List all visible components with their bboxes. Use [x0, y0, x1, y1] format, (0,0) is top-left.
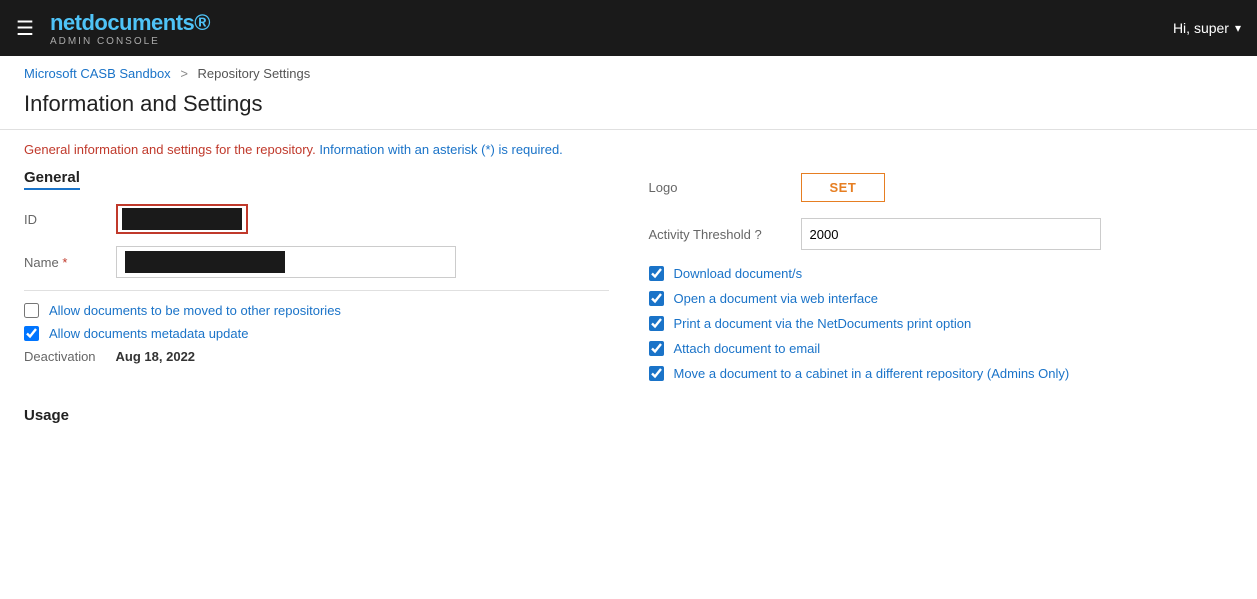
- required-asterisk: *: [62, 255, 67, 270]
- attach-email-checkbox[interactable]: [649, 341, 664, 356]
- deactivation-row: Deactivation Aug 18, 2022: [24, 349, 609, 364]
- left-section: General ID Name * Allow documents to be …: [24, 169, 609, 391]
- usage-section: Usage: [0, 391, 1257, 424]
- right-checkboxes: Download document/s Open a document via …: [649, 266, 1234, 381]
- deactivation-date: Aug 18, 2022: [116, 349, 196, 364]
- attach-email-checkbox-row: Attach document to email: [649, 341, 1234, 356]
- user-greeting: Hi, super: [1173, 20, 1229, 36]
- print-checkbox[interactable]: [649, 316, 664, 331]
- allow-metadata-checkbox[interactable]: [24, 326, 39, 341]
- name-input-field[interactable]: [116, 246, 456, 278]
- open-web-label[interactable]: Open a document via web interface: [674, 291, 879, 306]
- allow-move-checkbox-row: Allow documents to be moved to other rep…: [24, 303, 609, 318]
- open-web-checkbox[interactable]: [649, 291, 664, 306]
- breadcrumb-parent-link[interactable]: Microsoft CASB Sandbox: [24, 66, 171, 81]
- divider-1: [24, 290, 609, 291]
- chevron-down-icon: ▾: [1235, 21, 1241, 35]
- print-label[interactable]: Print a document via the NetDocuments pr…: [674, 316, 972, 331]
- info-text-blue: Information with an asterisk (*) is requ…: [319, 142, 562, 157]
- allow-metadata-label[interactable]: Allow documents metadata update: [49, 326, 248, 341]
- download-checkbox[interactable]: [649, 266, 664, 281]
- id-label: ID: [24, 212, 104, 227]
- id-field-wrapper: [116, 204, 248, 234]
- info-text-plain: General information and settings for the…: [24, 142, 319, 157]
- usage-heading: Usage: [24, 407, 1233, 424]
- info-text: General information and settings for the…: [0, 130, 1257, 169]
- page-title: Information and Settings: [0, 85, 1257, 130]
- breadcrumb-current: Repository Settings: [198, 66, 311, 81]
- name-value-masked: [125, 251, 285, 273]
- general-section-heading: General: [24, 169, 80, 190]
- right-section: Logo SET Activity Threshold ? Download d…: [649, 169, 1234, 391]
- move-cabinet-checkbox[interactable]: [649, 366, 664, 381]
- top-navigation: ☰ netdocuments® ADMIN CONSOLE Hi, super …: [0, 0, 1257, 56]
- move-cabinet-checkbox-row: Move a document to a cabinet in a differ…: [649, 366, 1234, 381]
- threshold-input[interactable]: [801, 218, 1101, 250]
- print-checkbox-row: Print a document via the NetDocuments pr…: [649, 316, 1234, 331]
- allow-metadata-checkbox-row: Allow documents metadata update: [24, 326, 609, 341]
- download-label[interactable]: Download document/s: [674, 266, 803, 281]
- brand-name: netdocuments®: [50, 10, 210, 36]
- logo-field-row: Logo SET: [649, 173, 1234, 202]
- topnav-left: ☰ netdocuments® ADMIN CONSOLE: [16, 10, 210, 47]
- main-content: General ID Name * Allow documents to be …: [0, 169, 1257, 391]
- threshold-field-row: Activity Threshold ?: [649, 218, 1234, 250]
- brand-accent: net: [50, 10, 82, 35]
- brand-subtitle: ADMIN CONSOLE: [50, 36, 210, 47]
- set-logo-button[interactable]: SET: [801, 173, 886, 202]
- breadcrumb: Microsoft CASB Sandbox > Repository Sett…: [0, 56, 1257, 85]
- brand-logo: netdocuments® ADMIN CONSOLE: [50, 10, 210, 47]
- open-web-checkbox-row: Open a document via web interface: [649, 291, 1234, 306]
- allow-move-checkbox[interactable]: [24, 303, 39, 318]
- user-menu[interactable]: Hi, super ▾: [1173, 20, 1241, 36]
- id-field-row: ID: [24, 204, 609, 234]
- attach-email-label[interactable]: Attach document to email: [674, 341, 821, 356]
- download-checkbox-row: Download document/s: [649, 266, 1234, 281]
- id-value-box: [122, 208, 242, 230]
- logo-label: Logo: [649, 180, 789, 195]
- deactivation-label: Deactivation: [24, 349, 96, 364]
- threshold-label: Activity Threshold ?: [649, 227, 789, 242]
- hamburger-menu-icon[interactable]: ☰: [16, 16, 34, 41]
- breadcrumb-separator: >: [180, 66, 188, 81]
- move-cabinet-label[interactable]: Move a document to a cabinet in a differ…: [674, 366, 1070, 381]
- allow-move-label[interactable]: Allow documents to be moved to other rep…: [49, 303, 341, 318]
- name-field-row: Name *: [24, 246, 609, 278]
- name-label: Name *: [24, 255, 104, 270]
